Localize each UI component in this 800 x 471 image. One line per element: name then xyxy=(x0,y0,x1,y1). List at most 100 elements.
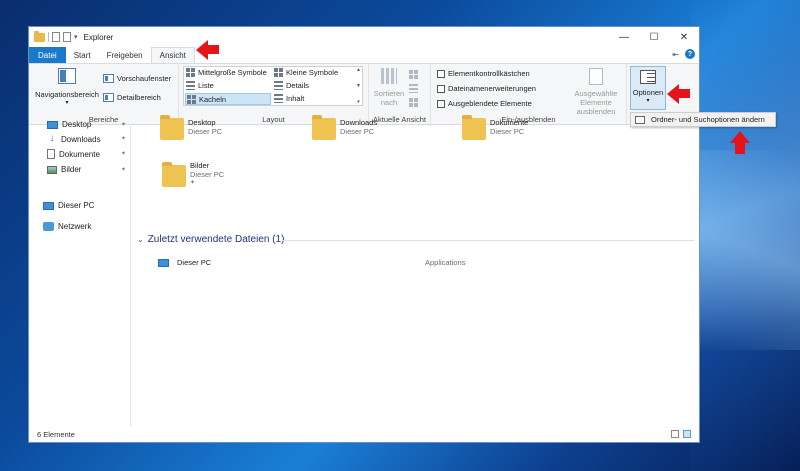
sort-by-button[interactable]: Sortieren nach xyxy=(373,68,405,107)
recent-item-name: Dieser PC xyxy=(177,258,212,267)
pin-icon[interactable]: ✦ xyxy=(121,121,126,128)
scroll-up-icon[interactable]: ▲ xyxy=(356,67,361,73)
hide-selected-button[interactable]: Ausgewählte Elemente ausblenden xyxy=(565,68,627,116)
section-divider xyxy=(282,240,694,241)
size-columns-icon[interactable] xyxy=(409,98,418,107)
layout-item-label: Details xyxy=(286,81,309,90)
status-bar: 6 Elemente xyxy=(29,426,699,442)
tile-desktop[interactable]: Desktop Dieser PC xyxy=(160,115,223,140)
ribbon-tabs: Datei Start Freigeben Ansicht ⇤ ? xyxy=(29,47,699,63)
tile-location: Dieser PC xyxy=(188,127,223,136)
folder-icon xyxy=(160,115,184,140)
tile-name: Downloads xyxy=(340,118,378,127)
nav-item-desktop[interactable]: Desktop xyxy=(47,120,91,129)
file-extensions-toggle[interactable]: Dateinamenerweiterungen xyxy=(437,84,536,93)
preview-pane-button[interactable]: Vorschaufenster xyxy=(103,74,171,83)
layout-gallery-scroller[interactable]: ▲ ▼ ▾ xyxy=(355,67,362,105)
title-bar: ▾ Explorer — ☐ ✕ xyxy=(29,27,699,47)
tiles-icon xyxy=(187,94,196,104)
window-title: Explorer xyxy=(83,32,114,42)
checkbox[interactable] xyxy=(437,99,445,108)
tile-downloads[interactable]: Downloads Dieser PC xyxy=(312,115,378,140)
folder-icon xyxy=(312,115,336,140)
navigation-pane: Desktop ✦ ↓ Downloads ✦ Dokumente ✦ Bild… xyxy=(29,120,131,426)
list-icon xyxy=(186,81,195,90)
details-view-icon[interactable] xyxy=(671,430,679,438)
recent-files-header[interactable]: ⌄ Zuletzt verwendete Dateien (1) xyxy=(137,234,284,245)
sort-icon xyxy=(381,68,397,84)
folder-options-icon xyxy=(635,115,645,124)
tile-documents[interactable]: Dokumente Dieser PC xyxy=(462,115,528,140)
tab-home[interactable]: Start xyxy=(66,47,99,63)
nav-item-documents[interactable]: Dokumente xyxy=(47,149,100,159)
sort-label-line2: nach xyxy=(380,98,398,107)
checkbox[interactable] xyxy=(437,84,445,93)
computer-icon xyxy=(43,201,54,210)
nav-item-this-pc[interactable]: Dieser PC xyxy=(43,201,94,210)
checkbox[interactable] xyxy=(437,69,445,78)
quick-access-toolbar: ▾ xyxy=(29,30,78,42)
navigation-pane-label: Navigationsbereich xyxy=(35,90,99,99)
group-by-icon[interactable] xyxy=(409,70,418,79)
tab-share[interactable]: Freigeben xyxy=(99,47,151,63)
layout-details[interactable]: Details xyxy=(274,81,309,90)
nav-item-pictures[interactable]: Bilder xyxy=(47,165,81,174)
hidden-items-toggle[interactable]: Ausgeblendete Elemente xyxy=(437,99,532,108)
list-item[interactable]: Dieser PC Applications xyxy=(158,258,688,267)
maximize-button[interactable]: ☐ xyxy=(639,27,669,47)
nav-item-downloads[interactable]: ↓ Downloads xyxy=(47,134,101,144)
checkbox-label: Dateinamenerweiterungen xyxy=(448,84,536,93)
layout-small-icons[interactable]: Kleine Symbole xyxy=(274,68,338,77)
properties-icon[interactable] xyxy=(52,32,60,42)
options-button[interactable]: Optionen ▾ xyxy=(630,66,666,110)
layout-content[interactable]: Inhalt xyxy=(274,94,304,103)
help-icon[interactable]: ? xyxy=(685,49,695,59)
small-icons-icon xyxy=(274,68,283,77)
menu-item-folder-options[interactable]: Ordner- und Suchoptionen ändern xyxy=(651,115,765,124)
minimize-button[interactable]: — xyxy=(609,27,639,47)
tile-pictures[interactable]: Bilder Dieser PC ✦ xyxy=(162,161,224,188)
layout-tiles[interactable]: Kacheln xyxy=(185,93,271,105)
new-folder-icon[interactable] xyxy=(63,32,71,42)
details-pane-button[interactable]: Detailbereich xyxy=(103,93,161,102)
tab-view[interactable]: Ansicht xyxy=(150,47,195,63)
nav-item-network[interactable]: Netzwerk xyxy=(43,222,91,231)
nav-item-label: Desktop xyxy=(62,120,92,129)
medium-icons-icon xyxy=(186,68,195,77)
pin-icon[interactable]: ✦ xyxy=(121,135,126,142)
checkbox-label: Elementkontrollkästchen xyxy=(448,69,530,78)
details-pane-label: Detailbereich xyxy=(117,93,161,102)
pin-ribbon-icon[interactable]: ⇤ xyxy=(672,50,679,59)
pin-icon[interactable]: ✦ xyxy=(121,150,126,157)
desktop-background-light-2 xyxy=(700,150,800,350)
item-checkboxes-toggle[interactable]: Elementkontrollkästchen xyxy=(437,69,530,78)
customize-toolbar-icon[interactable]: ▾ xyxy=(74,33,78,41)
recent-files-title: Zuletzt verwendete Dateien (1) xyxy=(147,234,285,245)
add-columns-icon[interactable] xyxy=(409,84,418,93)
tile-name: Desktop xyxy=(188,118,216,127)
hide-selected-label-line2: Elemente ausblenden xyxy=(576,98,616,116)
tab-file[interactable]: Datei xyxy=(29,47,66,63)
content-icon xyxy=(274,94,283,103)
gallery-expand-icon[interactable]: ▾ xyxy=(357,99,360,105)
navigation-pane-icon xyxy=(58,68,76,84)
red-arrow-shaft xyxy=(678,89,690,98)
scroll-down-icon[interactable]: ▼ xyxy=(356,83,361,89)
large-icons-view-icon[interactable] xyxy=(683,430,691,438)
sort-label-line1: Sortieren xyxy=(373,89,405,98)
pin-icon[interactable]: ✦ xyxy=(121,166,126,173)
chevron-down-icon: ▾ xyxy=(65,100,69,106)
hide-selected-label-line1: Ausgewählte xyxy=(574,89,618,98)
navigation-pane-button[interactable]: Navigationsbereich ▾ xyxy=(33,68,101,106)
caption-buttons: — ☐ ✕ xyxy=(609,27,699,47)
chevron-down-icon: ⌄ xyxy=(137,235,144,244)
explorer-window: ▾ Explorer — ☐ ✕ Datei Start Freigeben A… xyxy=(28,26,776,443)
layout-medium-icons[interactable]: Mittelgroße Symbole xyxy=(186,68,267,77)
tile-location: Dieser PC xyxy=(490,127,525,136)
pin-icon[interactable]: ✦ xyxy=(190,179,224,188)
layout-item-label: Mittelgroße Symbole xyxy=(198,68,267,77)
close-button[interactable]: ✕ xyxy=(669,27,699,47)
recent-item-location: Applications xyxy=(425,258,466,267)
toolbar-separator xyxy=(48,32,49,42)
layout-list[interactable]: Liste xyxy=(186,81,214,90)
